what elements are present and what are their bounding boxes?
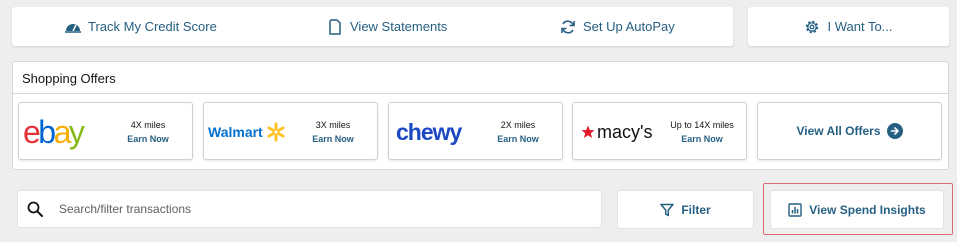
svg-text:ebay: ebay (23, 114, 85, 150)
earn-now-link[interactable]: Earn Now (484, 132, 552, 146)
earn-now-link[interactable]: Earn Now (299, 132, 367, 146)
i-want-to-button[interactable]: I Want To... (748, 7, 949, 46)
view-all-offers-label: View All Offers (796, 124, 881, 138)
shopping-offers-title: Shopping Offers (22, 71, 116, 86)
offer-info: Up to 14X miles Earn Now (668, 118, 736, 146)
i-want-to-label: I Want To... (827, 19, 893, 34)
offer-info: 2X miles Earn Now (484, 118, 552, 146)
chewy-logo: chewy (393, 113, 462, 151)
gear-icon (804, 19, 820, 35)
view-spend-insights-label: View Spend Insights (809, 202, 926, 217)
filter-label: Filter (681, 202, 711, 217)
filter-button[interactable]: Filter (617, 190, 754, 229)
chewy-wordmark: chewy (396, 118, 462, 145)
walmart-wordmark: Walmart (208, 124, 263, 140)
walmart-logo: Walmart (208, 113, 287, 151)
macys-logo: macy's (577, 113, 652, 151)
view-statements-label: View Statements (350, 19, 448, 34)
credit-score-gauge-icon (65, 19, 81, 35)
search-input[interactable] (59, 194, 579, 224)
earn-now-link[interactable]: Earn Now (114, 132, 182, 146)
offer-card-ebay[interactable]: ebay 4X miles Earn Now (18, 102, 193, 160)
track-credit-score-link[interactable]: Track My Credit Score (65, 7, 217, 46)
quick-actions-bar: Track My Credit Score View Statements Se… (12, 7, 733, 46)
offer-card-macys[interactable]: macy's Up to 14X miles Earn Now (572, 102, 747, 160)
divider (13, 93, 948, 94)
track-credit-score-label: Track My Credit Score (88, 19, 217, 34)
offer-card-chewy[interactable]: chewy 2X miles Earn Now (388, 102, 563, 160)
view-spend-insights-button[interactable]: View Spend Insights (770, 190, 944, 229)
bar-chart-icon (788, 202, 802, 217)
set-up-autopay-link[interactable]: Set Up AutoPay (560, 7, 675, 46)
offer-info: 3X miles Earn Now (299, 118, 367, 146)
document-icon (327, 18, 343, 35)
view-statements-link[interactable]: View Statements (327, 7, 447, 46)
macys-wordmark: macy's (597, 121, 653, 142)
offer-info: 4X miles Earn Now (114, 118, 182, 146)
arrow-right-icon (886, 123, 903, 139)
view-all-offers-button[interactable]: View All Offers (757, 102, 942, 160)
search-icon (27, 201, 43, 217)
macys-star-icon (581, 125, 595, 138)
set-up-autopay-label: Set Up AutoPay (583, 19, 675, 34)
offer-miles: 3X miles (315, 120, 351, 130)
filter-funnel-icon (660, 203, 675, 217)
earn-now-link[interactable]: Earn Now (668, 132, 736, 146)
sync-icon (560, 19, 576, 35)
ebay-logo: ebay (23, 113, 103, 151)
walmart-spark-icon (267, 122, 285, 142)
offer-card-walmart[interactable]: Walmart 3X miles Earn Now (203, 102, 378, 160)
offer-miles: 4X miles (130, 120, 166, 130)
offer-miles: Up to 14X miles (670, 120, 734, 130)
offer-miles: 2X miles (500, 120, 536, 130)
transaction-search (17, 190, 602, 228)
